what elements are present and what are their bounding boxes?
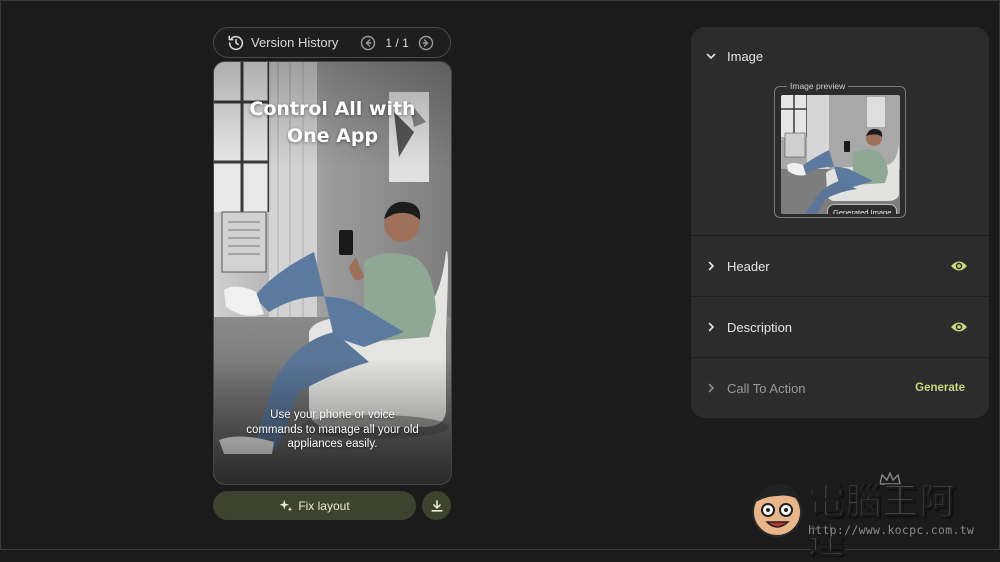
fix-layout-button[interactable]: Fix layout [213,491,416,520]
image-preview-legend: Image preview [787,80,849,92]
history-icon[interactable] [227,34,245,52]
header-section-title[interactable]: Header [727,259,770,274]
generated-image-badge: Generated Image [827,204,898,214]
arrow-left-circle-icon[interactable] [360,35,376,51]
description-section-title[interactable]: Description [727,320,792,335]
version-history-label[interactable]: Version History [251,35,338,50]
header-section-header[interactable]: Header [691,256,989,276]
arrow-right-circle-icon[interactable] [418,35,434,51]
generate-button[interactable]: Generate [915,382,965,394]
chevron-right-icon[interactable] [705,260,717,272]
preview-description: Use your phone or voice commands to mana… [246,409,419,450]
properties-panel: Image Image preview Generated Image Head… [691,27,989,418]
section-divider [691,296,989,297]
mascot-logo [752,484,802,537]
download-icon [430,499,444,513]
watermark-url: http://www.kocpc.com.tw [808,523,975,537]
generated-image-thumbnail[interactable]: Generated Image [781,95,900,214]
download-button[interactable] [422,491,451,520]
chevron-right-icon[interactable] [705,321,717,333]
image-section-header[interactable]: Image [691,46,989,66]
version-pager: 1 / 1 [385,35,409,50]
cta-section-header[interactable]: Call To Action Generate [691,378,989,398]
image-section-title[interactable]: Image [727,49,763,64]
description-section-header[interactable]: Description [691,317,989,337]
chevron-right-icon[interactable] [705,382,717,394]
preview-header: Control All with One App [249,98,416,147]
image-preview-box[interactable]: Image preview Generated Image [774,80,906,218]
watermark: 電腦王阿達 http://www.kocpc.com.tw [748,472,990,562]
eye-icon[interactable] [950,320,968,334]
watermark-text: 電腦王阿達 [808,481,957,562]
cta-section-title[interactable]: Call To Action [727,381,806,396]
fix-layout-label[interactable]: Fix layout [298,499,349,513]
section-divider [691,357,989,358]
eye-icon[interactable] [950,259,968,273]
section-divider [691,235,989,236]
version-history-bar[interactable]: Version History 1 / 1 [213,27,451,58]
chevron-down-icon[interactable] [705,50,717,62]
sparkle-icon [279,499,293,513]
app-preview-card: Control All with One App Use your phone … [213,61,452,485]
